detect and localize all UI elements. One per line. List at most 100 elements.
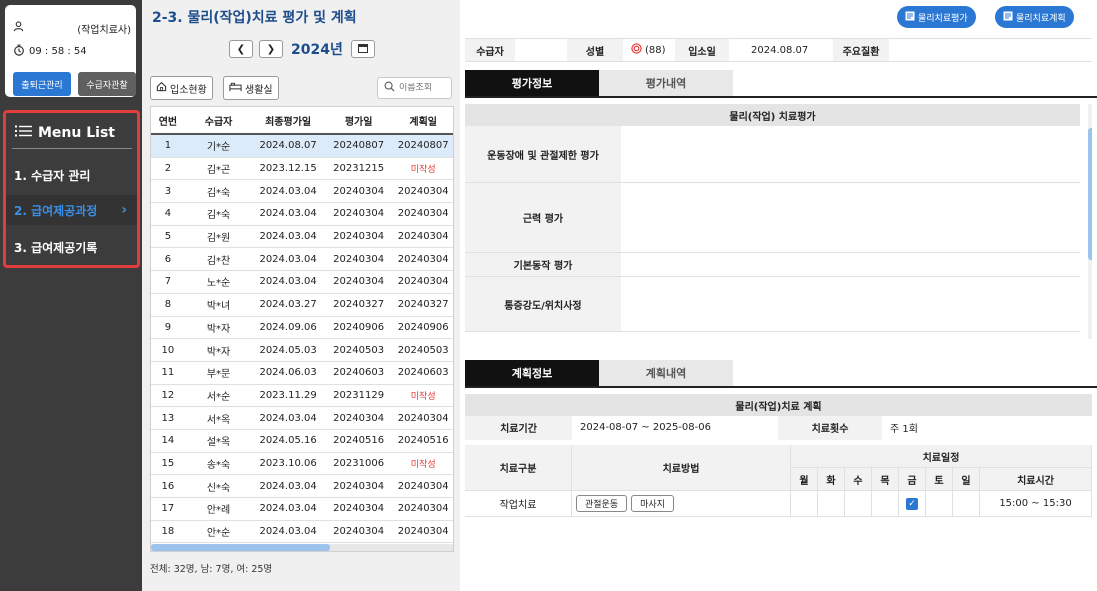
method-chip-joint-exercise[interactable]: 관절운동	[576, 495, 628, 512]
row-eval-date: 20240304	[333, 253, 385, 265]
row-last-eval-date: 2024.08.07	[259, 140, 317, 152]
button-label: 물리치료계획	[1016, 13, 1066, 24]
day-checkbox-cell[interactable]	[845, 491, 872, 517]
checkbox-checked-icon[interactable]: ✓	[906, 497, 918, 510]
eval-row-input[interactable]	[621, 126, 1080, 182]
vertical-scrollbar[interactable]	[1088, 104, 1092, 339]
chevron-left-icon: ❮	[236, 43, 246, 55]
tab-living-room[interactable]: 생활실	[223, 76, 279, 100]
row-recipient-name: 김*원	[206, 233, 231, 245]
row-last-eval-date: 2024.03.04	[259, 526, 317, 538]
row-number: 16	[161, 480, 175, 492]
row-plan-date: 20240304	[397, 185, 449, 197]
admission-value: 2024.08.07	[729, 39, 833, 61]
user-role: (작업치료사)	[77, 25, 131, 36]
name-search-input[interactable]	[399, 83, 445, 93]
eval-row-input[interactable]	[621, 253, 1080, 276]
tab-eval-info[interactable]: 평가정보	[465, 70, 599, 96]
row-last-eval-date: 2024.03.04	[259, 276, 317, 288]
recipient-info-bar: 수급자 성별 (88) 입소일 2024.08.07 주요질환	[465, 38, 1092, 62]
table-row[interactable]: 11 부*문 2024.06.03 20240603 20240603	[151, 362, 453, 385]
row-plan-date: 미작성	[410, 391, 436, 402]
day-checkbox-cell[interactable]	[818, 491, 845, 517]
row-number: 2	[164, 163, 172, 175]
row-recipient-name: 부*문	[206, 369, 231, 381]
table-row[interactable]: 7 노*순 2024.03.04 20240304 20240304	[151, 271, 453, 294]
row-number: 6	[164, 253, 172, 265]
horizontal-scrollbar[interactable]	[151, 544, 453, 551]
column-header: 수급자	[204, 116, 233, 128]
pt-evaluation-button[interactable]: 물리치료평가	[897, 6, 976, 28]
plan-period-row: 치료기간 2024-08-07 ~ 2025-08-06 치료횟수 주 1회	[465, 415, 1092, 440]
calendar-button[interactable]	[350, 40, 375, 58]
row-last-eval-date: 2023.12.15	[259, 163, 317, 175]
method-chip-massage[interactable]: 마사지	[631, 495, 674, 512]
table-row[interactable]: 17 안*례 2024.03.04 20240304 20240304	[151, 498, 453, 521]
col-time-header: 치료시간	[980, 468, 1092, 491]
day-checkbox-cell[interactable]	[791, 491, 818, 517]
gender-value: (88)	[645, 44, 666, 56]
eval-row-pain: 통증강도/위치사정	[465, 277, 1080, 332]
vertical-scroll-thumb[interactable]	[1088, 128, 1092, 260]
table-row[interactable]: 1 기*순 2024.08.07 20240807 20240807	[151, 135, 453, 158]
table-row[interactable]: 15 송*숙 2023.10.06 20231006 미작성	[151, 453, 453, 476]
eval-row-input[interactable]	[621, 183, 1080, 252]
menu-item-recipient-management[interactable]: 1. 수급자 관리	[6, 160, 137, 190]
table-row[interactable]: 3 김*숙 2024.03.04 20240304 20240304	[151, 180, 453, 204]
tab-admission-status[interactable]: 입소현황	[150, 76, 213, 100]
table-row[interactable]: 13 서*옥 2024.03.04 20240304 20240304	[151, 407, 453, 430]
table-row[interactable]: 6 김*찬 2024.03.04 20240304 20240304	[151, 248, 453, 272]
pt-plan-button[interactable]: 물리치료계획	[995, 6, 1074, 28]
table-row[interactable]: 4 김*숙 2024.03.04 20240304 20240304	[151, 203, 453, 226]
table-row[interactable]: 10 박*자 2024.05.03 20240503 20240503	[151, 339, 453, 362]
table-row[interactable]: 9 박*자 2024.09.06 20240906 20240906	[151, 317, 453, 340]
row-number: 4	[164, 208, 172, 220]
horizontal-scroll-thumb[interactable]	[151, 544, 331, 551]
table-row[interactable]: 8 박*녀 2024.03.27 20240327 20240327	[151, 294, 453, 317]
menu-item-benefit-record[interactable]: 3. 급여제공기록	[6, 232, 137, 262]
table-row[interactable]: 5 김*원 2024.03.04 20240304 20240304	[151, 226, 453, 249]
recipient-list-panel: 2-3. 물리(작업)치료 평가 및 계획 ❮ ❯ 2024년 입소현황 생활실	[142, 0, 460, 591]
row-eval-date: 20240304	[333, 276, 385, 288]
row-plan-date: 20240807	[397, 140, 449, 152]
row-last-eval-date: 2024.05.16	[259, 435, 317, 447]
evaluation-table: 물리(작업) 치료평가 운동장애 및 관절제한 평가 근력 평가 기본동작 평가…	[465, 104, 1092, 339]
period-value: 2024-08-07 ~ 2025-08-06	[572, 415, 778, 440]
eval-row-input[interactable]	[621, 277, 1080, 331]
menu-item-benefit-process[interactable]: 2. 급여제공과정 ›	[6, 195, 137, 225]
tab-eval-history[interactable]: 평가내역	[599, 70, 733, 96]
table-row[interactable]: 14 설*옥 2024.05.16 20240516 20240516	[151, 430, 453, 453]
tab-plan-history[interactable]: 계획내역	[599, 360, 733, 386]
row-plan-date: 20240304	[397, 253, 449, 265]
eval-row-basic-motion: 기본동작 평가	[465, 253, 1080, 277]
col-schedule-header: 치료일정	[791, 445, 1092, 468]
main-disease-value	[889, 39, 1092, 61]
tab-plan-info[interactable]: 계획정보	[465, 360, 599, 386]
attendance-button[interactable]: 출퇴근관리	[13, 72, 71, 96]
eval-row-label: 운동장애 및 관절제한 평가	[465, 126, 621, 182]
observation-button[interactable]: 수급자관찰	[78, 72, 136, 96]
day-checkbox-cell[interactable]	[926, 491, 953, 517]
chevron-right-icon: ❯	[266, 43, 276, 55]
prev-year-button[interactable]: ❮	[229, 40, 253, 58]
row-last-eval-date: 2024.06.03	[259, 367, 317, 379]
day-checkbox-cell[interactable]	[872, 491, 899, 517]
row-recipient-name: 박*녀	[206, 301, 231, 313]
table-header: 연번 수급자 최종평가일 평가일 계획일	[151, 107, 453, 135]
row-plan-date: 20240327	[397, 299, 449, 311]
female-target-icon	[631, 43, 642, 57]
day-checkbox-cell[interactable]: ✓	[899, 491, 926, 517]
table-row[interactable]: 12 서*순 2023.11.29 20231129 미작성	[151, 385, 453, 408]
user-card: (작업치료사) 09 : 58 : 54 출퇴근관리 수급자관찰	[5, 5, 136, 97]
table-row[interactable]: 18 안*순 2024.03.04 20240304 20240304	[151, 521, 453, 544]
plan-tabs: 계획정보 계획내역	[465, 360, 733, 386]
day-header: 목	[872, 468, 899, 491]
menu-title: Menu List	[15, 125, 115, 141]
next-year-button[interactable]: ❯	[259, 40, 283, 58]
table-row[interactable]: 16 신*숙 2024.03.04 20240304 20240304	[151, 475, 453, 498]
plan-time-cell: 15:00 ~ 15:30	[980, 491, 1092, 517]
row-plan-date: 20240503	[397, 344, 449, 356]
day-checkbox-cell[interactable]	[953, 491, 980, 517]
eval-row-label: 통증강도/위치사정	[465, 277, 621, 331]
table-row[interactable]: 2 김*곤 2023.12.15 20231215 미작성	[151, 158, 453, 181]
